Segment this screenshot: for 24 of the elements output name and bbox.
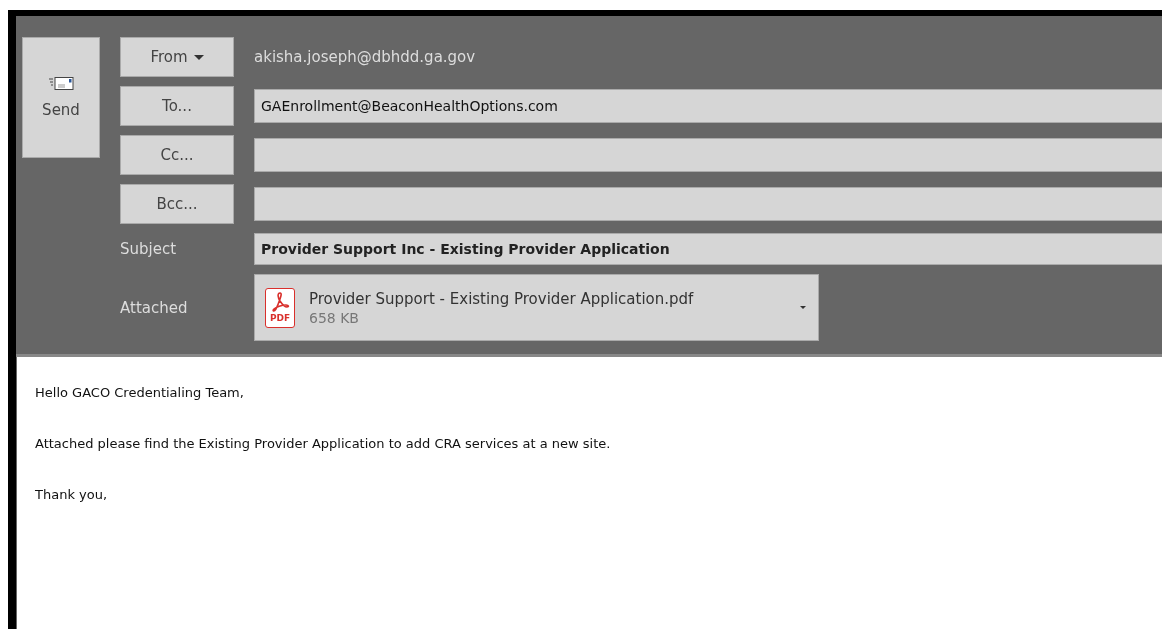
recipient-field[interactable]: [254, 187, 1162, 221]
send-button[interactable]: Send: [22, 37, 100, 158]
body-paragraph: Attached please find the Existing Provider Application to add CRA services at a new site.: [35, 436, 612, 451]
caret-icon: [193, 54, 204, 60]
subject-field[interactable]: Provider Support Inc - Existing Provider Application: [254, 233, 1162, 265]
recipient-button[interactable]: To...: [120, 86, 234, 126]
pdf-symbol-icon: [270, 292, 290, 312]
recipient-field[interactable]: [254, 138, 1162, 172]
recipient-button[interactable]: Cc...: [120, 135, 234, 175]
attached-label: Attached: [120, 298, 189, 317]
envelope-icon: [48, 76, 74, 91]
file-size: 658 KB: [309, 309, 360, 326]
icon-label: PDF: [269, 313, 291, 323]
recipient-field[interactable]: GAEnrollment@BeaconHealthOptions.com: [254, 89, 1162, 123]
attachment-card[interactable]: PDF Provider Support - Existing Provider Application.pdf 658 KB: [254, 274, 819, 341]
body-paragraph: Thank you,: [35, 487, 109, 502]
from-address: akisha.joseph@dbhdd.ga.gov: [254, 48, 477, 66]
from-button[interactable]: From: [120, 37, 234, 77]
subject-label: Subject: [120, 240, 178, 258]
recipient-button[interactable]: Bcc...: [120, 184, 234, 224]
body-paragraph: Hello GACO Credentialing Team,: [35, 385, 245, 400]
file-name: Provider Support - Existing Provider Application.pdf: [309, 289, 695, 308]
message-body[interactable]: Hello GACO Credentialing Team, Attached please find the Existing Provider Application to add CRA services at a new site. Thank you,: [16, 357, 1162, 629]
dropdown-icon: [800, 306, 806, 309]
